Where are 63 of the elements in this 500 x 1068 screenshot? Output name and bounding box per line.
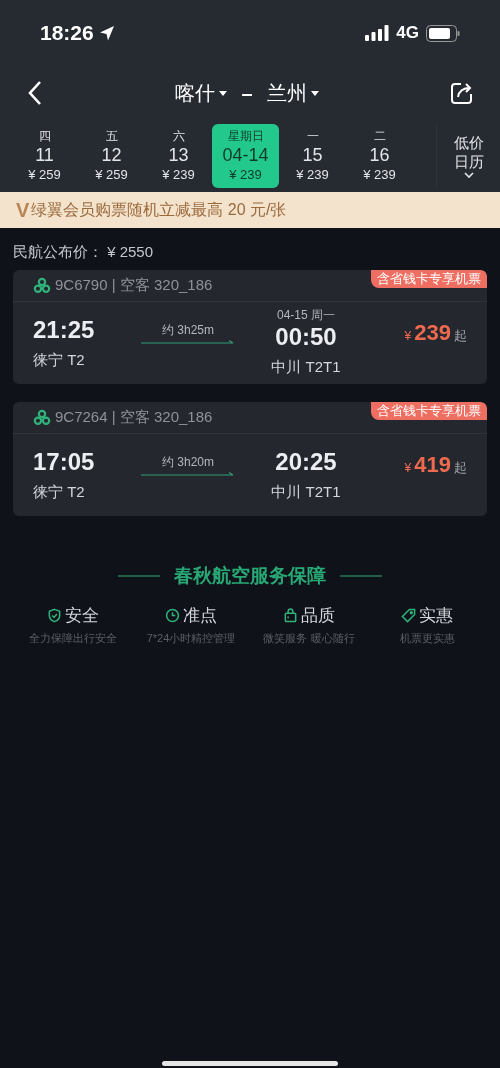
currency-sign: ¥ [404,459,412,477]
arrival-date-note: 04-15 周一 [277,307,335,322]
network-label: 4G [396,22,419,45]
arrow-line-icon [141,339,235,345]
date-tab[interactable]: 六 13 ¥ 239 [145,124,212,188]
signal-icon [365,25,390,41]
public-fare: 民航公布价： ¥ 2550 [13,243,154,260]
tag-icon [401,607,416,623]
chevron-down-icon [462,171,475,179]
flight-price: 239 [414,318,451,347]
price-suffix: 起 [454,326,467,345]
guarantee-label: 品质 [301,604,335,627]
guarantee-label: 准点 [183,604,217,627]
bag-icon [283,607,298,623]
origin-city-dropdown[interactable]: 喀什 [175,78,228,108]
member-mark: V [16,198,30,223]
status-time: 18:26 [40,20,94,47]
date-tab[interactable]: 星期日 04-14 ¥ 239 [212,124,279,188]
caret-icon [310,90,319,96]
date-tab[interactable]: 四 11 ¥ 259 [11,124,78,188]
guarantee-note: 全力保障出行安全 [29,631,117,646]
promo-text: 绿翼会员购票随机立减最高 20 元/张 [31,200,287,220]
share-icon[interactable] [449,80,475,106]
guarantee-title: 春秋航空服务保障 [174,564,326,588]
date-tab[interactable]: 五 12 ¥ 259 [78,124,145,188]
route-separator: – [240,81,254,106]
flight-duration: 约 3h20m [162,454,214,471]
guarantee-label: 安全 [65,604,99,627]
departure-airport: 徕宁 T2 [33,481,86,502]
arrival-time: 20:25 [275,446,337,477]
arrival-time: 00:50 [275,321,337,352]
guarantee-note: 微笑服务 暖心随行 [263,631,355,646]
flight-duration: 约 3h25m [162,322,214,339]
currency-sign: ¥ [404,327,412,345]
promo-banner[interactable]: V绿翼会员购票随机立减最高 20 元/张 [0,192,500,228]
price-suffix: 起 [454,458,467,477]
low-price-calendar-button[interactable]: 低价 日历 [436,124,500,188]
flight-info: 9C7264 | 空客 320_186 [55,407,213,428]
offer-tag: 含省钱卡专享机票 [371,270,487,288]
clover-logo-icon [33,408,51,427]
arrival-airport: 中川 T2T1 [271,356,341,377]
guarantee-note: 7*24小时精控管理 [146,631,236,646]
departure-time: 21:25 [33,314,96,345]
departure-time: 17:05 [33,446,96,477]
flight-price: 419 [414,450,451,479]
date-tab[interactable]: 一 15 ¥ 239 [279,124,346,188]
destination-city-dropdown[interactable]: 兰州 [266,78,319,108]
battery-icon [426,24,460,42]
arrow-line-icon [141,471,235,477]
flight-card[interactable]: 9C7264 | 空客 320_186 含省钱卡专享机票 17:05 徕宁 T2 约 3h20m 20:25 中川 T2T1 ¥419 起 [13,402,487,516]
shield-icon [47,607,62,623]
offer-tag: 含省钱卡专享机票 [371,402,487,420]
guarantee-label: 实惠 [419,604,453,627]
clover-logo-icon [33,276,51,295]
clock-icon [165,607,180,623]
flight-card[interactable]: 9C6790 | 空客 320_186 含省钱卡专享机票 21:25 徕宁 T2 约 3h25m 04-15 周一 00:50 中川 T2T1 ¥239 起 [13,270,487,384]
flight-info: 9C6790 | 空客 320_186 [55,275,213,296]
location-arrow-icon [97,24,116,42]
departure-airport: 徕宁 T2 [33,349,86,370]
arrival-airport: 中川 T2T1 [271,481,341,502]
caret-icon [219,90,228,96]
guarantee-note: 机票更实惠 [399,631,455,646]
date-tab[interactable]: 二 16 ¥ 239 [346,124,413,188]
